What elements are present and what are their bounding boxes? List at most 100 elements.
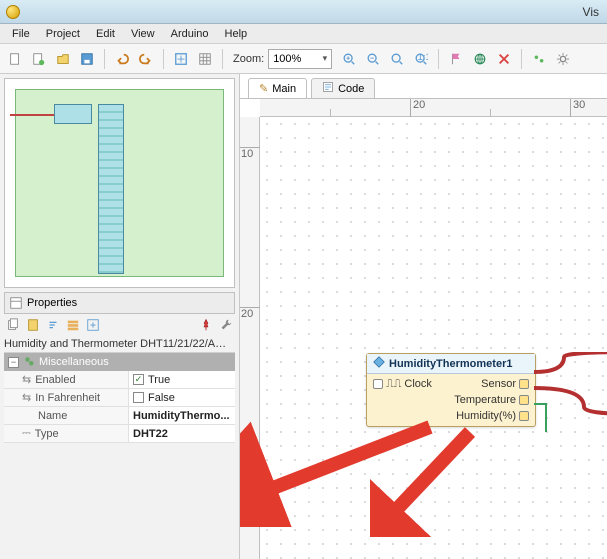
prop-cat-icon[interactable] [64,316,82,334]
properties-toolbar [0,314,239,336]
properties-icon [9,296,23,310]
collapse-icon[interactable]: − [8,357,19,368]
property-name: ⇆ Enabled [4,371,129,388]
property-category-row[interactable]: − Miscellaneous [4,353,235,371]
annotation-arrow [240,417,440,527]
delete-icon[interactable] [493,48,515,70]
property-name: Name [4,407,129,424]
points-icon[interactable] [528,48,550,70]
menu-arduino[interactable]: Arduino [163,26,217,42]
save-icon[interactable] [76,48,98,70]
zoom-out-icon[interactable] [362,48,384,70]
pencil-icon: ✎ [259,82,268,95]
menu-edit[interactable]: Edit [88,26,123,42]
node-input-clock: Clock [404,378,432,390]
node-humidity-thermometer[interactable]: HumidityThermometer1 ⎍⎍ Clock Sensor [366,353,536,427]
design-tabs: ✎ Main Code [248,74,375,98]
prop-paste-icon[interactable] [24,316,42,334]
window-title: Vis [26,5,601,19]
property-row-fahrenheit[interactable]: ⇆ In Fahrenheit False [4,389,235,407]
property-row-name[interactable]: Name HumidityThermo... [4,407,235,425]
toolbar-separator [104,49,105,69]
toolbar-separator [438,49,439,69]
annotation-arrow [370,417,510,537]
toolbar-separator [222,49,223,69]
gear-icon[interactable] [552,48,574,70]
new-project-icon[interactable] [28,48,50,70]
component-icon [373,356,385,371]
property-name: ⎓ Type [4,425,129,442]
design-canvas[interactable]: HumidityThermometer1 ⎍⎍ Clock Sensor [260,117,607,559]
zoom-select[interactable]: 100% [268,49,332,69]
properties-header-label: Properties [27,297,77,309]
zoom-100-icon[interactable]: 1:1 [410,48,432,70]
flag-icon[interactable] [445,48,467,70]
link-icon: ⇆ [22,391,31,404]
tab-main[interactable]: ✎ Main [248,78,307,98]
new-doc-icon[interactable] [4,48,26,70]
property-value[interactable]: HumidityThermo... [129,407,235,424]
zoom-label: Zoom: [233,53,264,65]
property-value[interactable]: False [129,389,235,406]
globe-icon[interactable] [469,48,491,70]
open-icon[interactable] [52,48,74,70]
menu-file[interactable]: File [4,26,38,42]
client-area: Properties Humidity and Thermometer DHT1… [0,74,607,559]
ruler-vertical: 10 20 25 [240,117,260,559]
tab-code-label: Code [338,83,364,95]
node-pin-out[interactable] [519,379,529,389]
menu-help[interactable]: Help [217,26,256,42]
checkbox-unchecked-icon[interactable] [133,392,144,403]
zoom-in-icon[interactable] [338,48,360,70]
tab-main-label: Main [272,83,296,95]
zoom-value: 100% [273,53,301,65]
node-pin-out[interactable] [519,411,529,421]
property-category-label: Miscellaneous [39,356,109,368]
wire [534,352,607,432]
grip-icon: ⎓ [22,427,31,440]
node-output-temperature: Temperature [454,394,516,406]
wrench-icon[interactable] [217,316,235,334]
node-output-humidity: Humidity(%) [456,410,516,422]
checkbox-checked-icon[interactable]: ✓ [133,374,144,385]
node-title[interactable]: HumidityThermometer1 [367,354,535,374]
zoom-control: Zoom: 100% [233,49,332,69]
zoom-fit-icon[interactable] [386,48,408,70]
code-icon [322,81,334,96]
fit-icon[interactable] [170,48,192,70]
pin-icon[interactable] [197,316,215,334]
link-icon: ⇆ [22,373,31,386]
undo-icon[interactable] [111,48,133,70]
tab-code[interactable]: Code [311,78,375,98]
menu-view[interactable]: View [123,26,163,42]
prop-sort-icon[interactable] [44,316,62,334]
properties-header[interactable]: Properties [4,292,235,314]
window-titlebar: Vis [0,0,607,24]
menu-project[interactable]: Project [38,26,88,42]
design-area: ✎ Main Code 20 30 10 20 25 [240,74,607,559]
property-value[interactable]: DHT22 [129,425,235,442]
property-row-type[interactable]: ⎓ Type DHT22 [4,425,235,443]
design-preview[interactable] [4,78,235,288]
redo-icon[interactable] [135,48,157,70]
grid-icon[interactable] [194,48,216,70]
node-output-sensor: Sensor [481,378,516,390]
ruler-horizontal: 20 30 [260,99,607,117]
menu-bar: File Project Edit View Arduino Help [0,24,607,44]
property-row-enabled[interactable]: ⇆ Enabled ✓ True [4,371,235,389]
pulse-icon: ⎍⎍ [386,377,401,391]
node-pin-out[interactable] [519,395,529,405]
node-body: ⎍⎍ Clock Sensor Temperature [367,374,535,426]
app-icon [6,5,20,19]
preview-canvas [15,89,224,277]
svg-text:1:1: 1:1 [418,52,429,63]
prop-expand-icon[interactable] [84,316,102,334]
property-value[interactable]: ✓ True [129,371,235,388]
prop-copy-icon[interactable] [4,316,22,334]
toolbar-separator [163,49,164,69]
properties-object-title: Humidity and Thermometer DHT11/21/22/AM2… [4,338,235,353]
main-toolbar: Zoom: 100% 1:1 [0,44,607,74]
left-pane: Properties Humidity and Thermometer DHT1… [0,74,240,559]
canvas-wrap: 20 30 10 20 25 HumidityThermometer1 [240,98,607,559]
node-pin-in[interactable] [373,379,383,389]
